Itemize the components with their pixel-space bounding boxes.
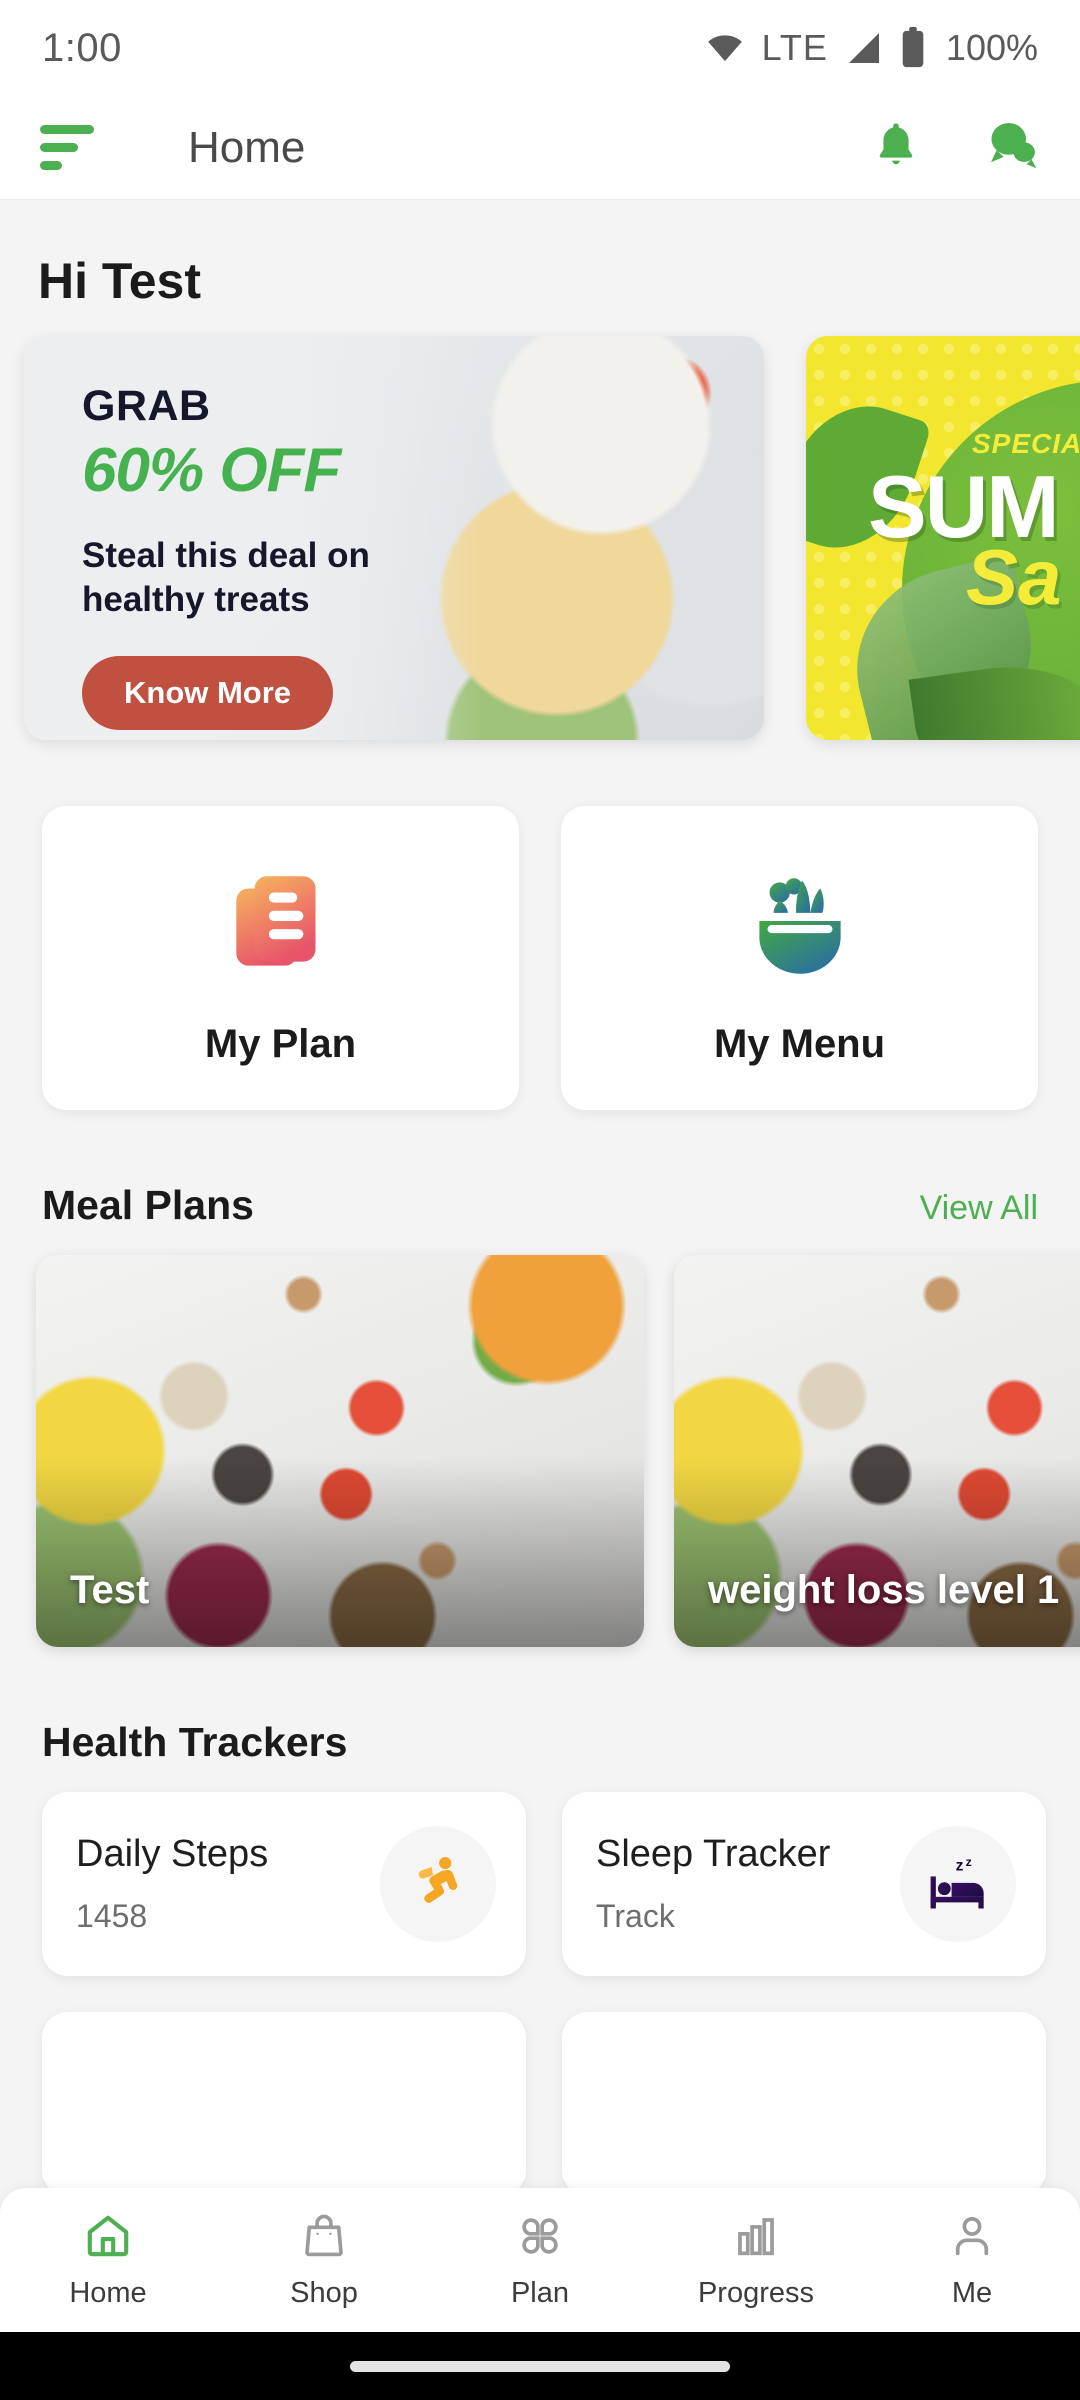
tile-label: My Plan	[204, 1021, 357, 1066]
promo-eyebrow: GRAB	[82, 382, 211, 430]
meal-plan-card[interactable]: weight loss level 1	[674, 1255, 1080, 1647]
tile-label: My Menu	[713, 1021, 886, 1066]
signal-icon	[844, 28, 884, 68]
promo-subtext-line1: Steal this deal on	[82, 536, 370, 575]
section-title: Meal Plans	[42, 1182, 254, 1228]
section-title: Health Trackers	[42, 1719, 348, 1765]
status-time: 1:00	[42, 25, 122, 70]
wifi-icon	[704, 27, 746, 69]
meal-plans-header: Meal Plans View All	[0, 1110, 1080, 1255]
bed-sleep-icon: z z	[900, 1826, 1016, 1942]
tracker-value: Track	[596, 1898, 675, 1934]
know-more-button[interactable]: Know More	[82, 656, 334, 731]
app-bar: Home	[0, 96, 1080, 200]
view-all-link[interactable]: View All	[920, 1189, 1038, 1228]
promo-card-discount[interactable]: GRAB 60% OFF Steal this deal on healthy …	[24, 336, 764, 740]
person-icon	[946, 2210, 998, 2267]
nav-item-progress[interactable]: Progress	[648, 2210, 864, 2310]
chat-bubbles-icon[interactable]	[984, 117, 1040, 178]
tile-my-menu[interactable]: My Menu	[561, 806, 1038, 1110]
tracker-name: Sleep Tracker	[596, 1833, 831, 1875]
nav-item-me[interactable]: Me	[864, 2210, 1080, 2310]
nav-item-plan[interactable]: Plan	[432, 2210, 648, 2310]
bar-chart-icon	[730, 2210, 782, 2267]
home-icon	[82, 2210, 134, 2267]
health-trackers-header: Health Trackers	[0, 1647, 1080, 1792]
grid-clover-icon	[514, 2210, 566, 2267]
salad-bowl-icon	[735, 850, 865, 1000]
tracker-card[interactable]	[42, 2012, 526, 2188]
tile-my-plan[interactable]: My Plan	[42, 806, 519, 1110]
hamburger-menu-icon[interactable]	[40, 125, 96, 170]
tracker-card-daily-steps[interactable]: Daily Steps 1458	[42, 1792, 526, 1976]
status-bar: 1:00 LTE 100%	[0, 0, 1080, 96]
image-gradient-overlay	[36, 1457, 644, 1647]
promo-subtext-line2: healthy treats	[82, 580, 310, 620]
gesture-navigation-bar	[0, 2332, 1080, 2400]
tracker-card-sleep[interactable]: Sleep Tracker Track z z	[562, 1792, 1046, 1976]
nav-label: Me	[951, 2277, 993, 2309]
running-person-icon	[380, 1826, 496, 1942]
nav-label: Plan	[510, 2277, 570, 2309]
svg-text:z: z	[956, 1858, 964, 1875]
home-scroll-content[interactable]: Hi Test GRAB 60% OFF Steal this deal on …	[0, 200, 1080, 2188]
tracker-texts: Sleep Tracker Track	[596, 1833, 900, 1935]
promo-headline: 60% OFF	[82, 436, 341, 505]
tracker-name: Daily Steps	[76, 1833, 269, 1875]
bottom-navigation-bar: Home Shop Plan Progress Me	[0, 2188, 1080, 2332]
gesture-pill[interactable]	[350, 2360, 730, 2372]
network-type-label: LTE	[761, 27, 828, 68]
shopping-bag-icon	[298, 2210, 350, 2267]
battery-percent-label: 100%	[945, 27, 1038, 68]
app-bar-actions	[870, 117, 1040, 178]
image-gradient-overlay	[674, 1457, 1080, 1647]
svg-text:z: z	[966, 1855, 972, 1869]
nav-label: Home	[69, 2277, 147, 2309]
meal-plans-carousel[interactable]: Test weight loss level 1	[0, 1255, 1080, 1647]
meal-plan-title: weight loss level 1	[708, 1568, 1060, 1612]
health-trackers-row: Daily Steps 1458 Sleep Tracker Track z z	[0, 1792, 1080, 2012]
document-stack-icon	[216, 850, 346, 1000]
nav-item-shop[interactable]: Shop	[216, 2210, 432, 2310]
promo-subtext: Steal this deal on healthy treats	[82, 534, 370, 622]
page-title: Home	[188, 122, 306, 172]
battery-icon	[900, 27, 926, 69]
health-trackers-row-secondary	[0, 2012, 1080, 2188]
nav-label: Shop	[290, 2277, 358, 2309]
nav-label: Progress	[697, 2277, 815, 2309]
nav-item-home[interactable]: Home	[0, 2210, 216, 2310]
promo-card-summer-sale[interactable]: SPECIAL SUM Sa	[806, 336, 1080, 740]
promo-carousel[interactable]: GRAB 60% OFF Steal this deal on healthy …	[0, 336, 1080, 740]
meal-plan-card[interactable]: Test	[36, 1255, 644, 1647]
tracker-texts: Daily Steps 1458	[76, 1833, 380, 1935]
tracker-value: 1458	[76, 1898, 148, 1934]
status-indicators: LTE 100%	[704, 27, 1038, 69]
promo-text-block: GRAB 60% OFF Steal this deal on healthy …	[82, 382, 370, 731]
promo2-script: Sa	[966, 533, 1062, 621]
greeting-text: Hi Test	[38, 253, 201, 309]
meal-plan-title: Test	[70, 1568, 150, 1612]
bell-icon[interactable]	[870, 119, 922, 176]
tracker-card[interactable]	[562, 2012, 1046, 2188]
quick-action-tiles: My Plan My Menu	[0, 740, 1080, 1110]
